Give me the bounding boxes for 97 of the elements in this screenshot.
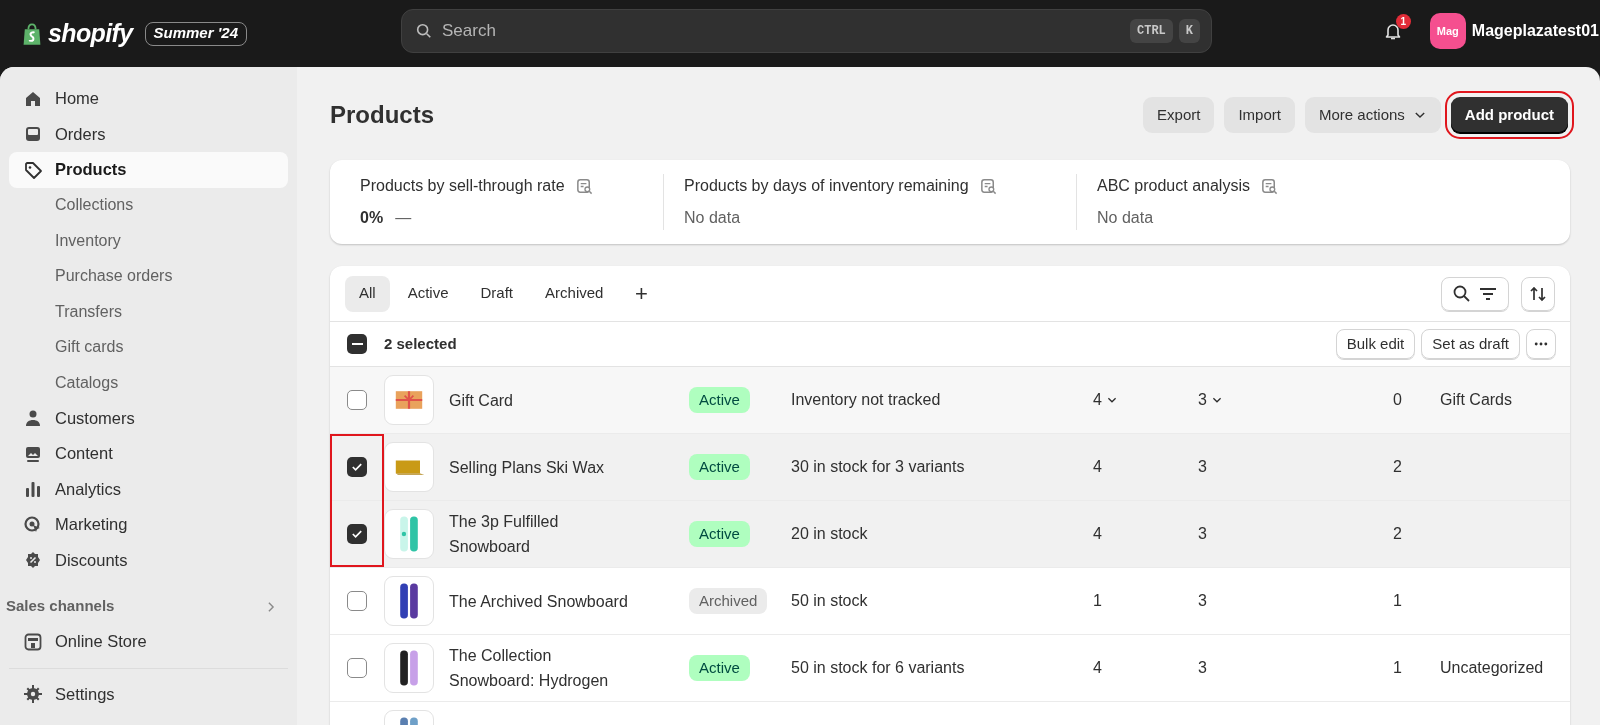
table-cell: 2: [1393, 525, 1402, 542]
metric-value: No data: [1097, 208, 1154, 228]
status-badge: Active: [689, 520, 750, 548]
action-button[interactable]: Import: [1224, 97, 1295, 133]
table-cell-text: 3: [1198, 524, 1207, 544]
filter-tab[interactable]: Draft: [466, 275, 528, 312]
table-cell-text: 3: [1198, 658, 1207, 678]
table-cell-text: 3: [1198, 390, 1207, 410]
select-all-checkbox[interactable]: [347, 334, 367, 354]
table-cell-text: 1: [1093, 591, 1102, 611]
table-row[interactable]: Selling Plans Ski Wax Active 30 in stock for 3 variants 4 3 2: [330, 434, 1570, 501]
inventory-cell-text: 50 in stock for 6 variants: [791, 658, 966, 678]
table-row[interactable]: The 3p Fulfilled Snowboard Active 20 in stock 4 3 2: [330, 501, 1570, 568]
product-name[interactable]: Selling Plans Ski Wax: [449, 454, 634, 480]
sidebar-subitem[interactable]: Transfers: [9, 294, 288, 330]
table-cell-text: 4: [1093, 524, 1102, 544]
row-checkbox[interactable]: [347, 457, 367, 477]
settings-icon: [23, 684, 43, 705]
sort-button[interactable]: [1521, 276, 1555, 311]
search-filter-button[interactable]: [1441, 276, 1509, 311]
product-name[interactable]: Gift Card: [449, 387, 634, 413]
product-name[interactable]: The 3p Fulfilled Snowboard: [449, 509, 634, 559]
person-icon: [23, 408, 43, 429]
sidebar-subitem[interactable]: Gift cards: [9, 329, 288, 365]
discount-icon: [23, 550, 43, 571]
bulk-action-button[interactable]: Set as draft: [1421, 329, 1520, 359]
table-cell-text: 4: [1093, 457, 1102, 477]
status-badge: Archived: [689, 587, 768, 615]
category-cell: Gift Cards: [1440, 391, 1512, 408]
report-search-icon: [1259, 176, 1279, 196]
table-cell: 0: [1393, 391, 1402, 408]
section-heading: Sales channels: [6, 596, 115, 617]
sidebar-item[interactable]: Products: [9, 152, 288, 188]
status-badge: Active: [689, 654, 750, 682]
filter-tab[interactable]: Archived: [531, 275, 618, 312]
sidebar-item[interactable]: Settings: [9, 676, 288, 712]
store-icon: [23, 631, 43, 652]
sidebar-item[interactable]: Customers: [9, 400, 288, 436]
sidebar-item[interactable]: Online Store: [9, 624, 288, 660]
status-badge: Active: [689, 386, 750, 414]
store-name[interactable]: Mageplazatest01: [1471, 19, 1600, 43]
search-icon: [415, 22, 433, 40]
sidebar-subitem[interactable]: Inventory: [9, 223, 288, 259]
add-view-button[interactable]: +: [627, 279, 656, 308]
table-cell: 2: [1393, 458, 1402, 475]
sidebar-item[interactable]: Content: [9, 436, 288, 472]
table-cell: 1: [1393, 659, 1402, 676]
metric-value: No data: [684, 208, 741, 228]
inventory-cell-text: 30 in stock for 3 variants: [791, 457, 966, 477]
filter-tab[interactable]: All: [345, 275, 390, 312]
sidebar-item[interactable]: Home: [9, 81, 288, 117]
table-row[interactable]: The Archived Snowboard Archived 50 in stock 1 3 1: [330, 568, 1570, 635]
edition-badge: Summer '24: [144, 21, 247, 46]
row-checkbox[interactable]: [347, 524, 367, 544]
table-cell-text: 3: [1198, 457, 1207, 477]
inventory-cell-text: 50 in stock: [791, 591, 869, 611]
filter-tab[interactable]: Active: [393, 275, 463, 312]
inventory-cell-text: 20 in stock: [791, 524, 869, 544]
table-row[interactable]: Gift Card Active Inventory not tracked 4 3 0 Gift Cards: [330, 367, 1570, 434]
tag-icon: [23, 159, 43, 180]
trend-indicator: —: [395, 208, 412, 228]
metric-title[interactable]: Products by days of inventory remaining: [684, 174, 969, 198]
report-search-icon: [978, 176, 998, 196]
bar-chart-icon: [23, 479, 43, 500]
sidebar-item[interactable]: Analytics: [9, 471, 288, 507]
page-title: Products: [330, 100, 434, 130]
sidebar-item[interactable]: Marketing: [9, 507, 288, 543]
sidebar-subitem[interactable]: Collections: [9, 187, 288, 223]
status-badge: Active: [689, 453, 750, 481]
action-button[interactable]: Export: [1143, 97, 1215, 133]
sidebar-subitem[interactable]: Purchase orders: [9, 258, 288, 294]
sidebar-item[interactable]: Orders: [9, 116, 288, 152]
keyboard-key: CTRL: [1130, 19, 1173, 43]
metric-title[interactable]: Products by sell-through rate: [360, 174, 565, 198]
product-name[interactable]: The Collection Snowboard: Hydrogen: [449, 643, 634, 693]
sidebar-item[interactable]: Discounts: [9, 542, 288, 578]
logo-wordmark: shopify: [48, 17, 133, 49]
inventory-cell-text: Inventory not tracked: [791, 390, 942, 410]
table-cell: 1: [1393, 592, 1402, 609]
table-cell-text: 4: [1093, 390, 1102, 410]
row-checkbox[interactable]: [347, 591, 367, 611]
report-search-icon: [574, 176, 594, 196]
sidebar-subitem[interactable]: Catalogs: [9, 365, 288, 401]
row-checkbox[interactable]: [347, 390, 367, 410]
notification-count-badge: 1: [1395, 14, 1411, 29]
action-button[interactable]: More actions: [1304, 97, 1441, 133]
table-row[interactable]: The Collection Snowboard: Hydrogen Active 50 in stock for 6 variants 4 3 1 Uncategorized: [330, 635, 1570, 702]
table-cell-text: 3: [1198, 591, 1207, 611]
metric-title[interactable]: ABC product analysis: [1097, 174, 1250, 198]
row-checkbox[interactable]: [347, 658, 367, 678]
search-icon: [1452, 283, 1472, 304]
selected-count: 2 selected: [384, 333, 457, 354]
product-name[interactable]: The Archived Snowboard: [449, 588, 634, 614]
bulk-action-button[interactable]: Bulk edit: [1335, 329, 1416, 359]
table-cell-text: 4: [1093, 658, 1102, 678]
metric-value: 0%: [360, 208, 384, 228]
category-cell: Uncategorized: [1440, 659, 1544, 676]
